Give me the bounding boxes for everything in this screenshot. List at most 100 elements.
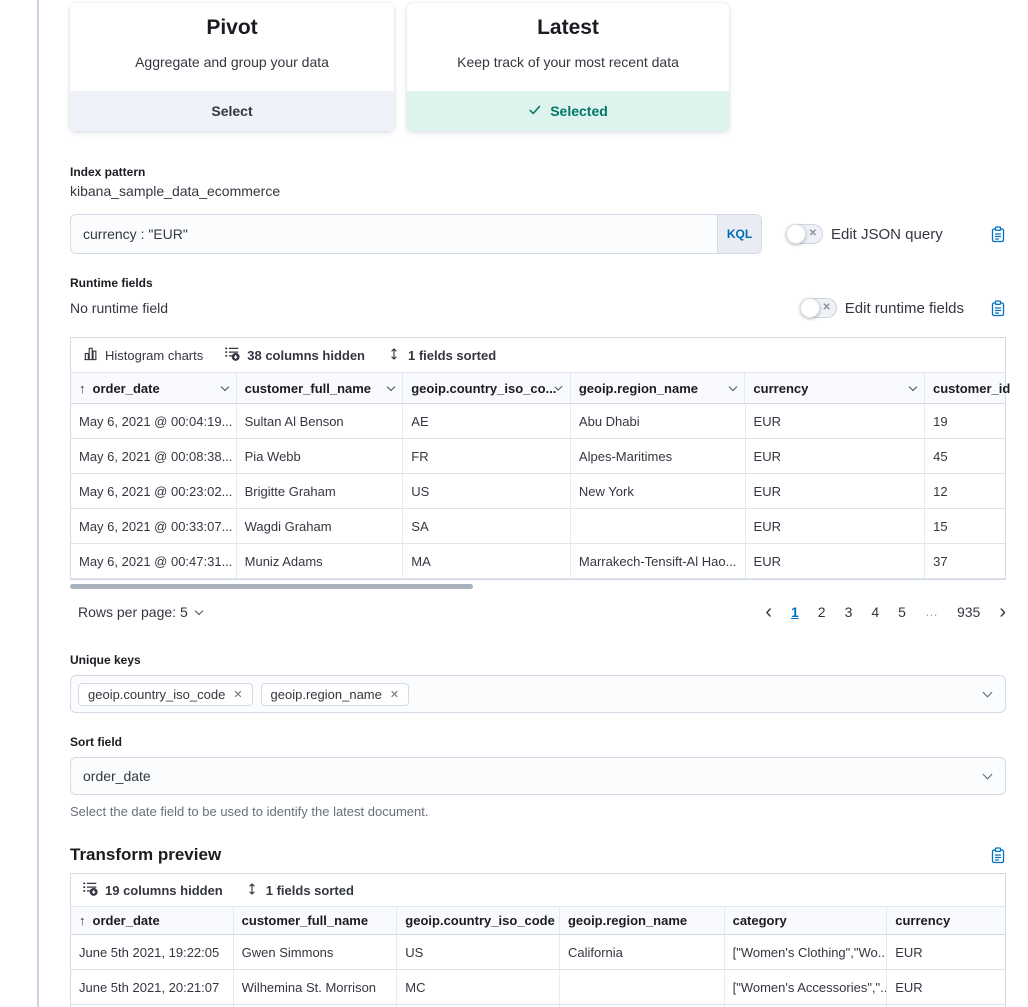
table-cell[interactable]: FR (403, 439, 571, 473)
page-number[interactable]: 3 (845, 604, 853, 620)
table-cell[interactable]: US (397, 935, 560, 969)
table-cell[interactable]: 15 (925, 509, 1005, 543)
table-cell[interactable]: 45 (925, 439, 1005, 473)
table-cell[interactable]: EUR (887, 970, 1005, 1004)
column-header[interactable]: category (725, 907, 888, 934)
key-chip[interactable]: geoip.region_name✕ (261, 683, 410, 706)
column-header[interactable]: geoip.region_name (571, 373, 746, 403)
pivot-card[interactable]: Pivot Aggregate and group your data Sele… (70, 3, 394, 131)
chip-remove-icon[interactable]: ✕ (233, 688, 242, 701)
chevron-down-icon[interactable] (729, 382, 737, 390)
source-grid-table: ↑order_datecustomer_full_namegeoip.count… (71, 372, 1005, 579)
table-row: May 6, 2021 @ 00:08:38...Pia WebbFRAlpes… (71, 439, 1005, 474)
unique-keys-combobox[interactable]: geoip.country_iso_code✕ geoip.region_name… (70, 675, 1006, 713)
column-header[interactable]: geoip.region_name (560, 907, 725, 934)
table-row: May 6, 2021 @ 00:04:19...Sultan Al Benso… (71, 404, 1005, 439)
table-cell[interactable]: June 5th 2021, 20:21:07 (71, 970, 234, 1004)
copy-preview-icon[interactable] (990, 847, 1006, 864)
fields-sorted-button[interactable]: 1 fields sorted (245, 882, 354, 899)
table-cell[interactable]: 19 (925, 404, 1005, 438)
table-row: May 6, 2021 @ 00:47:31...Muniz AdamsMAMa… (71, 544, 1005, 579)
table-cell[interactable]: May 6, 2021 @ 00:08:38... (71, 439, 237, 473)
fields-sorted-button[interactable]: 1 fields sorted (387, 347, 496, 364)
table-cell[interactable]: Sultan Al Benson (237, 404, 404, 438)
unique-keys-label: Unique keys (70, 653, 1006, 667)
column-header[interactable]: ↑order_date (71, 373, 237, 403)
chevron-down-icon[interactable] (220, 382, 228, 390)
table-cell[interactable]: MA (403, 544, 571, 578)
histogram-charts-button[interactable]: Histogram charts (83, 346, 203, 364)
sort-field-value: order_date (83, 768, 151, 784)
page-number[interactable]: 935 (957, 604, 980, 620)
kql-language-button[interactable]: KQL (717, 215, 761, 253)
table-cell[interactable]: May 6, 2021 @ 00:23:02... (71, 474, 237, 508)
table-cell[interactable]: May 6, 2021 @ 00:47:31... (71, 544, 237, 578)
table-cell[interactable]: EUR (746, 439, 926, 473)
table-cell[interactable]: Alpes-Maritimes (571, 439, 746, 473)
copy-runtime-icon[interactable] (990, 300, 1006, 317)
edit-runtime-fields-toggle[interactable]: ✕ (800, 298, 837, 318)
latest-card[interactable]: Latest Keep track of your most recent da… (407, 3, 729, 131)
column-header[interactable]: ↑order_date (71, 907, 234, 934)
key-chip[interactable]: geoip.country_iso_code✕ (78, 683, 253, 706)
column-header[interactable]: geoip.country_iso_code (397, 907, 560, 934)
table-cell[interactable]: SA (403, 509, 571, 543)
table-cell[interactable]: EUR (746, 404, 926, 438)
chip-remove-icon[interactable]: ✕ (390, 688, 399, 701)
table-cell[interactable]: US (403, 474, 571, 508)
columns-hidden-button[interactable]: 38 columns hidden (225, 346, 365, 364)
column-header[interactable]: currency (887, 907, 1005, 934)
table-cell[interactable]: ["Women's Clothing","Wo... (725, 935, 888, 969)
table-cell[interactable]: Wilhemina St. Morrison (234, 970, 398, 1004)
rows-per-page-button[interactable]: Rows per page: 5 (70, 604, 202, 620)
columns-hidden-button[interactable]: 19 columns hidden (83, 881, 223, 899)
kql-query-input[interactable]: currency : "EUR" KQL (70, 214, 762, 254)
table-cell[interactable]: 12 (925, 474, 1005, 508)
table-cell[interactable]: June 5th 2021, 19:22:05 (71, 935, 234, 969)
column-header[interactable]: customer_full_name (237, 373, 404, 403)
horizontal-scrollbar[interactable] (70, 584, 1006, 589)
column-header[interactable]: customer_full_name (234, 907, 398, 934)
chevron-down-icon[interactable] (387, 382, 395, 390)
prev-page-button[interactable]: ‹ (765, 605, 772, 619)
copy-query-icon[interactable] (990, 226, 1006, 243)
table-cell[interactable]: EUR (746, 544, 926, 578)
table-cell[interactable]: ["Women's Accessories","... (725, 970, 888, 1004)
table-cell[interactable]: EUR (746, 509, 926, 543)
column-header[interactable]: customer_id (925, 373, 1005, 403)
table-cell[interactable]: EUR (746, 474, 926, 508)
page-number[interactable]: 1 (791, 604, 799, 620)
page-number[interactable]: 4 (871, 604, 879, 620)
chevron-down-icon[interactable] (909, 382, 917, 390)
edit-json-query-toggle[interactable]: ✕ (786, 224, 823, 244)
table-cell[interactable]: Brigitte Graham (237, 474, 404, 508)
query-text[interactable]: currency : "EUR" (71, 215, 717, 253)
table-cell[interactable]: EUR (887, 935, 1005, 969)
table-cell[interactable]: Gwen Simmons (234, 935, 398, 969)
table-cell[interactable]: Wagdi Graham (237, 509, 404, 543)
sort-field-select[interactable]: order_date (70, 757, 1006, 795)
column-header[interactable]: geoip.country_iso_co... (403, 373, 571, 403)
table-cell[interactable] (571, 509, 746, 543)
page-number[interactable]: 2 (818, 604, 826, 620)
latest-selected-button[interactable]: Selected (407, 91, 729, 131)
table-cell[interactable]: MC (397, 970, 560, 1004)
next-page-button[interactable]: › (999, 605, 1006, 619)
table-cell[interactable]: Marrakech-Tensift-Al Hao... (571, 544, 746, 578)
table-cell[interactable]: Pia Webb (237, 439, 404, 473)
table-cell[interactable]: AE (403, 404, 571, 438)
table-row: June 5th 2021, 20:21:07Wilhemina St. Mor… (71, 970, 1005, 1005)
table-cell[interactable]: 37 (925, 544, 1005, 578)
table-cell[interactable]: May 6, 2021 @ 00:33:07... (71, 509, 237, 543)
scrollbar-thumb[interactable] (70, 584, 473, 589)
table-cell[interactable]: May 6, 2021 @ 00:04:19... (71, 404, 237, 438)
table-cell[interactable]: New York (571, 474, 746, 508)
chevron-down-icon[interactable] (555, 382, 563, 390)
table-cell[interactable]: Abu Dhabi (571, 404, 746, 438)
table-cell[interactable]: Muniz Adams (237, 544, 404, 578)
table-cell[interactable]: California (560, 935, 725, 969)
select-pivot-button[interactable]: Select (70, 91, 394, 131)
column-header[interactable]: currency (745, 373, 925, 403)
page-number[interactable]: 5 (898, 604, 906, 620)
table-cell[interactable] (560, 970, 725, 1004)
